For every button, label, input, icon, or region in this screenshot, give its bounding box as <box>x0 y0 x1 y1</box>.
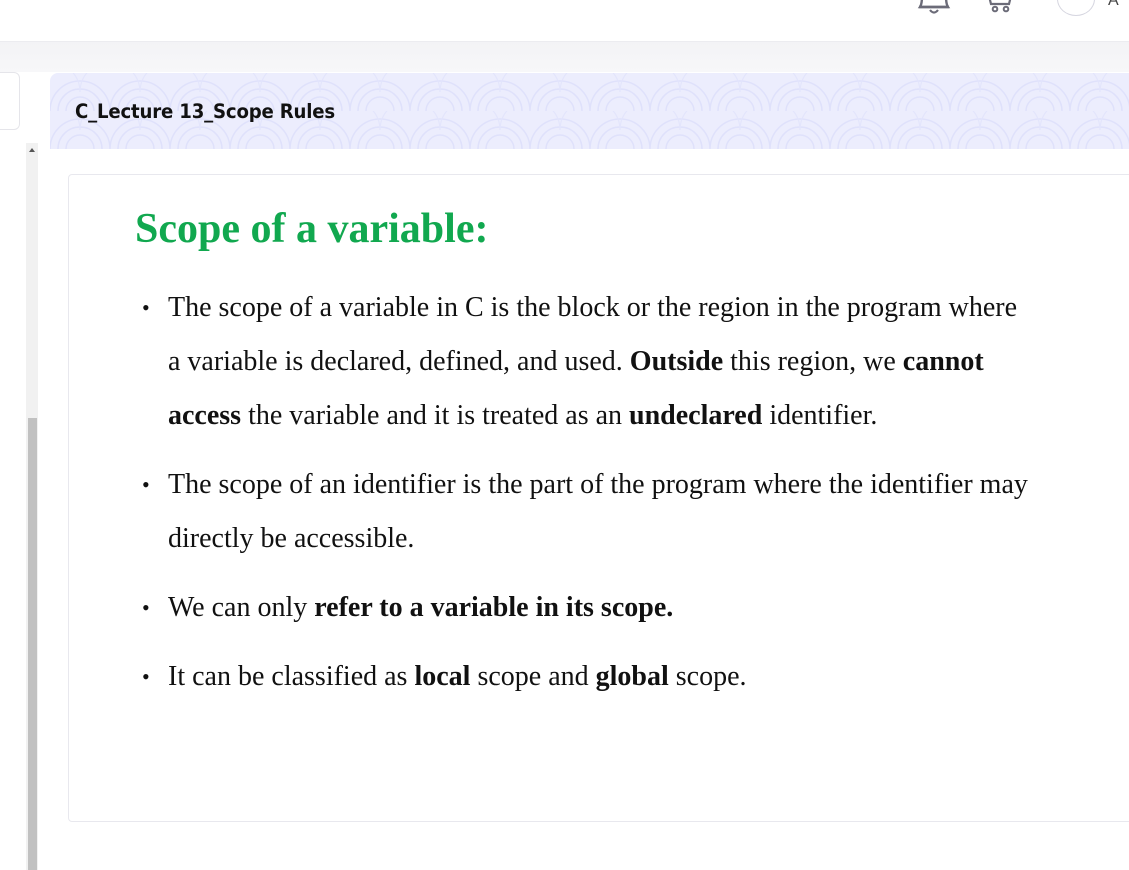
bullet-marker: • <box>142 295 150 320</box>
bullet-text: The scope of an identifier is the part o… <box>168 469 1028 554</box>
bullet-text: The scope of a variable in C is the bloc… <box>168 292 1017 431</box>
bullet-item: • It can be classified as local scope and… <box>135 650 1035 704</box>
scroll-up-arrow-icon[interactable] <box>29 148 35 152</box>
user-avatar[interactable] <box>1057 0 1095 16</box>
bullet-item: • The scope of an identifier is the part … <box>135 458 1035 566</box>
bullet-run-text: The scope of an identifier is the part o… <box>168 469 1028 554</box>
top-navigation-bar: A <box>0 0 1129 42</box>
bullet-marker: • <box>142 472 150 497</box>
bullet-text: We can only refer to a variable in its s… <box>168 592 673 623</box>
bullet-run-text: It can be classified as <box>168 661 415 692</box>
bullet-run-text: this region, we <box>723 346 903 377</box>
bullet-text: It can be classified as local scope and … <box>168 661 747 692</box>
bullet-bold-text: undeclared <box>629 400 763 431</box>
bullet-run-text: scope. <box>668 661 747 692</box>
bullet-list: • The scope of a variable in C is the blo… <box>135 281 1035 719</box>
bullet-bold-text: refer to a variable in its scope. <box>314 592 674 623</box>
bullet-marker: • <box>142 595 150 620</box>
bell-icon[interactable] <box>917 0 951 16</box>
bullet-bold-text: Outside <box>629 346 724 377</box>
username-label[interactable]: A <box>1108 0 1119 10</box>
bullet-item: • We can only refer to a variable in its … <box>135 581 1035 635</box>
cart-icon[interactable] <box>985 0 1015 16</box>
topbar-divider <box>0 42 1129 72</box>
bullet-run-text: We can only <box>168 592 315 623</box>
sidebar-scrollbar-thumb[interactable] <box>28 418 37 870</box>
bullet-bold-text: global <box>595 661 669 692</box>
bullet-run-text: identifier. <box>762 400 878 431</box>
bullet-marker: • <box>142 664 150 689</box>
sidebar-search-box[interactable] <box>0 72 20 130</box>
slide-heading: Scope of a variable: <box>135 206 489 252</box>
bullet-bold-text: local <box>414 661 471 692</box>
bullet-run-text: the variable and it is treated as an <box>241 400 630 431</box>
lecture-title: C_Lecture 13_Scope Rules <box>75 100 336 123</box>
lecture-title-bar: C_Lecture 13_Scope Rules <box>50 73 1129 149</box>
bullet-item: • The scope of a variable in C is the blo… <box>135 281 1035 443</box>
lecture-content-card: Scope of a variable: • The scope of a var… <box>68 174 1129 822</box>
bullet-run-text: scope and <box>470 661 596 692</box>
